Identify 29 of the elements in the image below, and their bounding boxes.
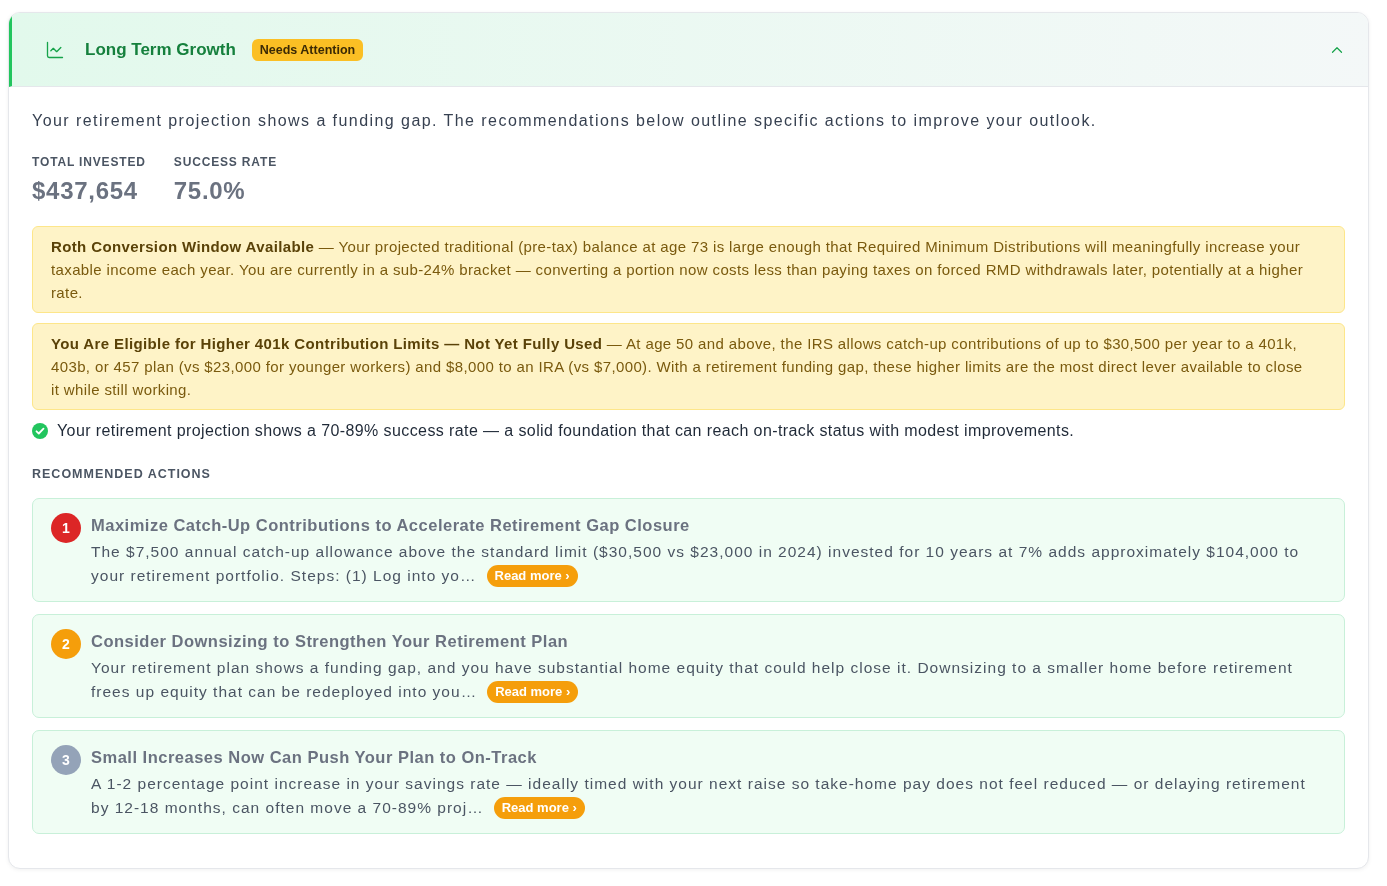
check-circle-icon [32, 423, 48, 439]
status-badge: Needs Attention [251, 38, 364, 61]
action-title: Small Increases Now Can Push Your Plan to On-Track [91, 747, 537, 768]
action-text: frees up equity that can be redeployed into you… [91, 682, 478, 702]
alert-text: You Are Eligible for Higher 401k Contribution Limits — Not Yet Fully Used — At age 50 and above, the IRS allows catch-up contributions of up to $30,500 per year to a 401k, 403b, or 457 plan (vs $23,000 for younger workers) and $8,000 to an IRA (vs $7,000). With a retirement funding gap, these higher limits are the most direct lever available to close it while still working. [51, 334, 1304, 400]
action-title: Maximize Catch-Up Contributions to Accelerate Retirement Gap Closure [91, 515, 690, 536]
stat-value: $437,654 [32, 176, 139, 206]
line-chart-icon [45, 39, 65, 60]
read-more-button[interactable]: Read more › [487, 681, 579, 703]
action-text: your retirement portfolio. Steps: (1) Log into yo… [91, 566, 477, 586]
action-title: Consider Downsizing to Strengthen Your Retirement Plan [91, 631, 569, 652]
section-header[interactable]: Long Term Growth Needs Attention [9, 13, 1368, 87]
read-more-button[interactable]: Read more › [486, 565, 578, 587]
alert-text: Roth Conversion Window Available — Your projected traditional (pre-tax) balance at age 73 is large enough that Required Minimum Distributions will meaningfully increase your taxable income each year. You are currently in a sub-24% bracket — converting a portion now costs less than paying taxes on forced RMD withdrawals later, potentially at a higher rate. [51, 237, 1305, 303]
number-badge: 2 [51, 629, 81, 659]
stat-value: 75.0% [173, 176, 247, 206]
number-badge: 3 [51, 745, 81, 775]
status-note: Your retirement projection shows a 70-89% success rate — a solid foundation that can reach on-track status with modest improvements. [57, 421, 1075, 441]
action-text: by 12-18 months, can often move a 70-89% proj… [91, 798, 484, 818]
summary-text: Your retirement projection shows a funding gap. The recommendations below outline specific actions to improve your outlook. [32, 111, 1098, 131]
stat-label: TOTAL INVESTED [32, 154, 146, 170]
read-more-button[interactable]: Read more › [493, 797, 585, 819]
number-badge: 1 [51, 513, 81, 543]
section-title: Long Term Growth [85, 38, 236, 61]
action-text: A 1-2 percentage point increase in your savings rate — ideally timed with your next raise so take-home pay does not feel reduced — or delaying retirement [91, 774, 1306, 794]
action-text: The $7,500 annual catch-up allowance above the standard limit ($30,500 vs $23,000 in 2024) invested for 10 years at 7% adds approximately $104,000 to [91, 542, 1300, 562]
section-heading: RECOMMENDED ACTIONS [32, 466, 212, 482]
stat-label: SUCCESS RATE [173, 154, 277, 170]
action-text: Your retirement plan shows a funding gap, and you have substantial home equity that could help close it. Downsizing to a smaller home before retirement [91, 658, 1293, 678]
